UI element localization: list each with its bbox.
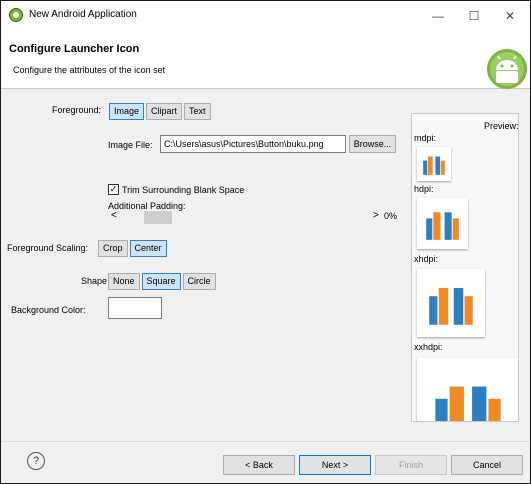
- shape-toggle-group: None Square Circle: [108, 273, 218, 290]
- scaling-crop-button[interactable]: Crop: [98, 240, 128, 257]
- browse-button[interactable]: Browse...: [349, 135, 396, 153]
- foreground-text-button[interactable]: Text: [184, 103, 211, 120]
- cancel-button[interactable]: Cancel: [451, 455, 523, 475]
- slider-right-arrow-icon[interactable]: >: [373, 210, 379, 221]
- scaling-center-button[interactable]: Center: [129, 240, 167, 257]
- android-logo-icon: [487, 49, 527, 89]
- trim-label: Trim Surrounding Blank Space: [122, 185, 245, 195]
- help-icon[interactable]: ?: [27, 452, 45, 470]
- background-color-label: Background Color:: [11, 305, 86, 315]
- preview-label-hdpi: hdpi:: [414, 184, 434, 194]
- preview-label-xhdpi: xhdpi:: [414, 254, 439, 264]
- main-panel: Foreground: Image Clipart Text Image Fil…: [1, 90, 530, 430]
- finish-button[interactable]: Finish: [375, 455, 447, 475]
- padding-value: 0%: [384, 211, 398, 221]
- scaling-toggle-group: Crop Center: [98, 240, 169, 257]
- slider-thumb[interactable]: [144, 211, 172, 224]
- scaling-label: Foreground Scaling:: [7, 243, 89, 253]
- page-description: Configure the attributes of the icon set: [13, 65, 166, 75]
- shape-circle-button[interactable]: Circle: [182, 273, 216, 290]
- foreground-toggle-group: Image Clipart Text: [109, 103, 213, 120]
- dialog-window: New Android Application — ☐ ✕ Configure …: [0, 0, 531, 484]
- background-color-swatch[interactable]: [108, 297, 162, 319]
- preview-icon-xxhdpi: [417, 358, 518, 421]
- shape-none-button[interactable]: None: [108, 273, 140, 290]
- preview-icon-hdpi: [417, 198, 468, 249]
- preview-icon-xhdpi: [417, 269, 485, 337]
- back-button[interactable]: < Back: [223, 455, 295, 475]
- maximize-button[interactable]: ☐: [459, 5, 489, 27]
- image-file-input[interactable]: C:\Users\asus\Pictures\Button\buku.png: [160, 135, 346, 153]
- shape-square-button[interactable]: Square: [141, 273, 181, 290]
- page-title: Configure Launcher Icon: [9, 43, 140, 55]
- foreground-label: Foreground:: [52, 105, 102, 115]
- image-file-label: Image File:: [108, 140, 153, 150]
- slider-left-arrow-icon[interactable]: <: [111, 210, 117, 221]
- shape-label: Shape: [81, 276, 108, 286]
- title-bar: New Android Application — ☐ ✕: [1, 1, 530, 31]
- preview-icon-mdpi: [417, 147, 451, 181]
- preview-title: Preview:: [484, 121, 519, 131]
- close-button[interactable]: ✕: [495, 5, 525, 27]
- trim-checkbox[interactable]: ✓: [108, 184, 119, 195]
- android-app-icon: [9, 8, 23, 22]
- preview-panel: Preview: mdpi: hdpi: xhdpi: xxhdpi:: [411, 113, 519, 422]
- window-title: New Android Application: [29, 9, 137, 20]
- preview-label-mdpi: mdpi:: [414, 133, 437, 143]
- foreground-image-button[interactable]: Image: [109, 103, 145, 120]
- foreground-clipart-button[interactable]: Clipart: [146, 103, 183, 120]
- next-button[interactable]: Next >: [299, 455, 371, 475]
- preview-label-xxhdpi: xxhdpi:: [414, 342, 443, 352]
- padding-label: Additional Padding:: [108, 201, 186, 211]
- wizard-banner: Configure Launcher Icon Configure the at…: [1, 31, 530, 89]
- minimize-button[interactable]: —: [423, 5, 453, 27]
- wizard-footer: ? < Back Next > Finish Cancel: [1, 441, 530, 483]
